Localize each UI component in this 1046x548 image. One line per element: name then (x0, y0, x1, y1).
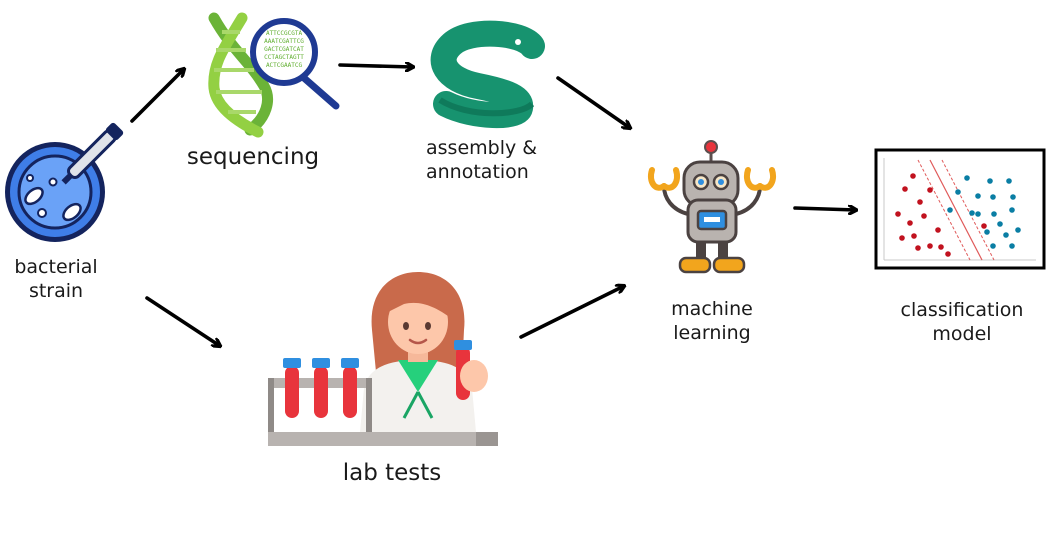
petri-dish-icon (5, 122, 124, 242)
red-point (921, 213, 927, 219)
dna-sequence-line: CCTAGCTAGTT (264, 54, 304, 61)
blue-point (1006, 178, 1012, 184)
blue-point (964, 175, 970, 181)
blue-point (947, 207, 953, 213)
red-point (895, 211, 901, 217)
blue-point (1009, 243, 1015, 249)
blue-point (990, 194, 996, 200)
scientist-icon (268, 272, 498, 446)
red-point (915, 245, 921, 251)
label-bacterial-strain: bacterial strain (14, 256, 98, 302)
red-point (917, 199, 923, 205)
blue-point (997, 221, 1003, 227)
blue-point (975, 193, 981, 199)
snake-logo-icon (430, 20, 545, 128)
blue-point (991, 211, 997, 217)
blue-point (1009, 207, 1015, 213)
dna-sequence-line: GACTCGATCAT (264, 46, 304, 53)
arrow-sequencing-to-assembly (338, 65, 413, 67)
dna-magnifier-icon: ATTCCGCGTAAAATCGATTCGGACTCGATCATCCTAGCTA… (208, 12, 340, 138)
blue-point (1003, 232, 1009, 238)
arrow-strain-to-labtests (145, 296, 220, 346)
blue-point (1010, 194, 1016, 200)
blue-point (955, 189, 961, 195)
workflow-diagram: ATTCCGCGTAAAATCGATTCGGACTCGATCATCCTAGCTA… (5, 12, 1046, 446)
blue-point (984, 229, 990, 235)
scatter-plot-icon (874, 148, 1046, 270)
blue-point (969, 210, 975, 216)
blue-point (975, 211, 981, 217)
robot-icon (648, 140, 776, 274)
red-point (927, 187, 933, 193)
dna-sequence-line: ACTCGAATCG (266, 62, 303, 69)
dna-sequence-line: ATTCCGCGTA (266, 30, 303, 37)
arrow-assembly-to-ml (556, 76, 630, 128)
label-lab-tests: lab tests (342, 460, 442, 486)
red-point (911, 233, 917, 239)
arrow-strain-to-sequencing (130, 69, 184, 123)
label-classification-model: classification model (900, 299, 1024, 345)
blue-point (1015, 227, 1021, 233)
arrow-labtests-to-ml (519, 286, 624, 339)
red-point (907, 220, 913, 226)
red-point (927, 243, 933, 249)
dna-sequence-line: AAATCGATTCG (264, 38, 304, 45)
red-point (935, 227, 941, 233)
label-machine-learning: machine learning (671, 298, 753, 344)
red-point (945, 251, 951, 257)
label-assembly-annotation: assembly & annotation (426, 137, 538, 183)
label-sequencing: sequencing (186, 144, 320, 170)
red-point (899, 235, 905, 241)
red-point (981, 223, 987, 229)
blue-point (987, 178, 993, 184)
arrow-ml-to-classification (793, 208, 856, 210)
red-point (910, 173, 916, 179)
red-point (938, 244, 944, 250)
red-point (902, 186, 908, 192)
blue-point (990, 243, 996, 249)
